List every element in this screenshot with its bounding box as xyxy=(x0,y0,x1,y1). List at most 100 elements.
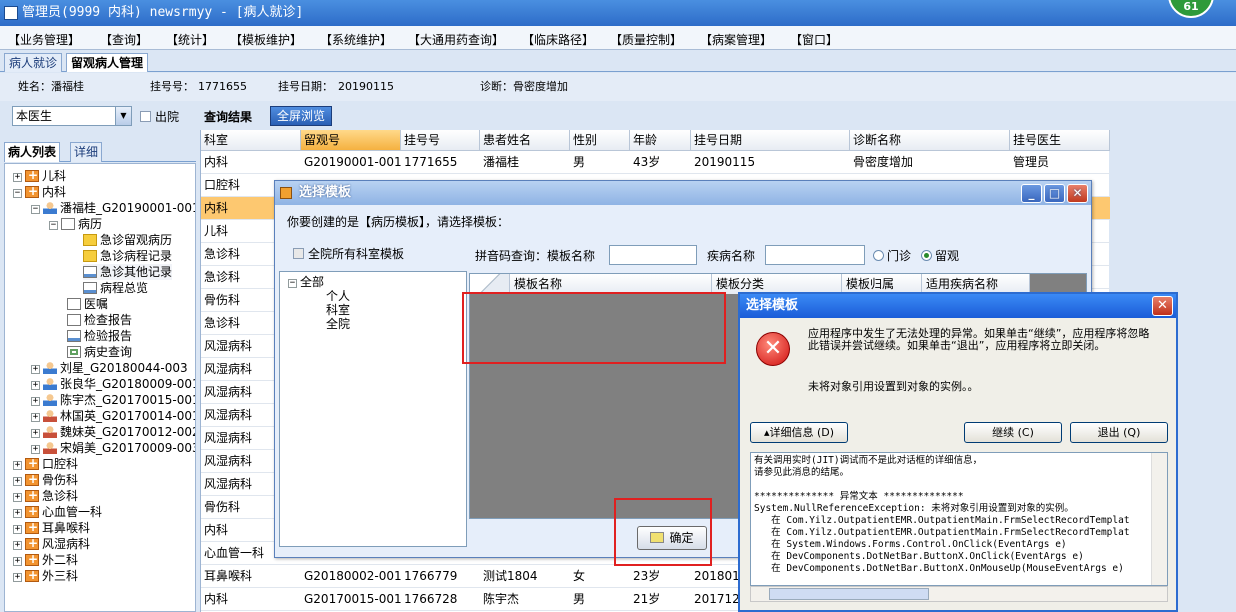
tree-node[interactable]: + 林国英_G20170014-001 xyxy=(31,408,195,424)
tree-node[interactable]: 急诊留观病历 xyxy=(83,232,172,248)
chevron-down-icon[interactable]: ▼ xyxy=(115,107,131,125)
expand-icon[interactable]: + xyxy=(31,381,40,390)
expand-icon[interactable]: + xyxy=(13,541,22,550)
col-header-patient-name[interactable]: 患者姓名 xyxy=(480,130,570,151)
collapse-icon[interactable]: − xyxy=(13,189,22,198)
expand-icon[interactable]: + xyxy=(13,477,22,486)
menu-business[interactable]: 【业务管理】 xyxy=(8,31,80,48)
menu-query[interactable]: 【查询】 xyxy=(100,31,148,48)
expand-icon[interactable]: + xyxy=(31,445,40,454)
tree-node[interactable]: 病史查询 xyxy=(67,344,132,360)
tree-node[interactable]: +儿科 xyxy=(13,167,66,184)
tree-node[interactable]: +口腔科 xyxy=(13,455,78,472)
tree-node[interactable]: + 张良华_G20180009-001 xyxy=(31,376,195,392)
tab-details[interactable]: 详细 xyxy=(70,142,103,162)
tree-node[interactable]: −内科 xyxy=(13,183,66,200)
col-header-reg-date[interactable]: 挂号日期 xyxy=(691,130,850,151)
all-dept-checkbox[interactable]: 全院所有科室模板 xyxy=(293,245,404,262)
quit-button[interactable]: 退出 (Q) xyxy=(1070,422,1168,443)
disease-name-input[interactable] xyxy=(765,245,865,265)
expand-icon[interactable]: + xyxy=(31,365,40,374)
checkbox-box[interactable] xyxy=(293,248,304,259)
tab-observation-patients[interactable]: 留观病人管理 xyxy=(66,53,149,72)
tree-node-hospital[interactable]: 全院 xyxy=(326,316,350,332)
menu-drug-query[interactable]: 【大通用药查询】 xyxy=(408,31,504,48)
menu-statistics[interactable]: 【统计】 xyxy=(166,31,214,48)
vertical-scrollbar[interactable] xyxy=(1151,453,1167,585)
col-header-dept[interactable]: 科室 xyxy=(201,130,301,151)
exception-details[interactable]: 有关调用实时(JIT)调试而不是此对话框的详细信息， 请参见此消息的结尾。 **… xyxy=(750,452,1168,586)
expand-icon[interactable]: + xyxy=(13,525,22,534)
doctor-select[interactable]: 本医生 ▼ xyxy=(12,106,132,126)
scrollbar-thumb[interactable] xyxy=(769,588,929,600)
tree-node[interactable]: +外三科 xyxy=(13,567,78,584)
tree-node[interactable]: +风湿病科 xyxy=(13,535,90,552)
col-header-diagnosis[interactable]: 诊断名称 xyxy=(850,130,1010,151)
checkbox-box[interactable] xyxy=(140,111,151,122)
expand-icon[interactable]: + xyxy=(13,573,22,582)
tree-node[interactable]: +心血管一科 xyxy=(13,503,102,520)
col-header-doctor[interactable]: 挂号医生 xyxy=(1010,130,1110,151)
col-header-template-name[interactable]: 模板名称 xyxy=(510,274,712,294)
tree-node[interactable]: − 潘福桂_G20190001-001 xyxy=(31,200,195,216)
disease-label: 疾病名称 xyxy=(707,249,756,263)
menu-template[interactable]: 【模板维护】 xyxy=(230,31,302,48)
tree-node[interactable]: + 陈宇杰_G20170015-001 xyxy=(31,392,195,408)
tree-node[interactable]: + 宋娟美_G20170009-003 xyxy=(31,440,195,456)
tree-node[interactable]: +耳鼻喉科 xyxy=(13,519,90,536)
menu-records[interactable]: 【病案管理】 xyxy=(700,31,772,48)
fullscreen-button[interactable]: 全屏浏览 xyxy=(270,106,332,126)
tree-node[interactable]: 检验报告 xyxy=(67,328,132,344)
col-header-disease[interactable]: 适用疾病名称 xyxy=(922,274,1030,294)
menu-clinical-path[interactable]: 【临床路径】 xyxy=(522,31,594,48)
radio-observation[interactable]: 留观 xyxy=(921,247,959,264)
maximize-button[interactable]: □ xyxy=(1044,184,1065,203)
horizontal-scrollbar[interactable] xyxy=(750,586,1168,602)
menu-quality[interactable]: 【质量控制】 xyxy=(610,31,682,48)
col-header-gender[interactable]: 性别 xyxy=(570,130,630,151)
collapse-icon[interactable]: − xyxy=(31,205,40,214)
minimize-button[interactable]: _ xyxy=(1021,184,1042,203)
tree-node[interactable]: − 病历 xyxy=(49,216,102,232)
menu-window[interactable]: 【窗口】 xyxy=(790,31,838,48)
tree-node[interactable]: + 魏妹英_G20170012-002 xyxy=(31,424,195,440)
radio-outpatient[interactable]: 门诊 xyxy=(873,247,911,264)
menu-system[interactable]: 【系统维护】 xyxy=(320,31,392,48)
expand-icon[interactable]: + xyxy=(13,493,22,502)
expand-icon[interactable]: + xyxy=(13,557,22,566)
tree-node[interactable]: +急诊科 xyxy=(13,487,78,504)
collapse-icon[interactable]: − xyxy=(288,279,297,288)
continue-button[interactable]: 继续 (C) xyxy=(964,422,1062,443)
close-button[interactable]: ✕ xyxy=(1067,184,1088,203)
expand-icon[interactable]: + xyxy=(13,461,22,470)
table-row[interactable]: 内科 G20190001-001 1771655 潘福桂 男 43岁 20190115 骨密度… xyxy=(201,151,1110,174)
tab-patient-list[interactable]: 病人列表 xyxy=(4,142,61,162)
tree-node[interactable]: +骨伤科 xyxy=(13,471,78,488)
col-header-template-category[interactable]: 模板分类 xyxy=(712,274,842,294)
expand-icon[interactable]: + xyxy=(31,413,40,422)
expand-icon[interactable]: + xyxy=(13,509,22,518)
col-header-reg-no[interactable]: 挂号号 xyxy=(401,130,480,151)
tree-node-all[interactable]: − 全部 xyxy=(288,274,324,290)
tree-node[interactable]: 检查报告 xyxy=(67,312,132,328)
template-name-input[interactable] xyxy=(609,245,697,265)
tree-node[interactable]: 病程总览 xyxy=(83,280,148,296)
collapse-icon[interactable]: − xyxy=(49,221,58,230)
col-header-template-owner[interactable]: 模板归属 xyxy=(842,274,922,294)
tab-patient-visit[interactable]: 病人就诊 xyxy=(4,53,63,72)
details-button[interactable]: ▴详细信息 (D) xyxy=(750,422,848,443)
col-header-age[interactable]: 年龄 xyxy=(630,130,691,151)
tree-node[interactable]: 急诊其他记录 xyxy=(83,264,173,280)
close-button[interactable]: ✕ xyxy=(1152,296,1173,316)
radio-button[interactable] xyxy=(921,250,932,261)
expand-icon[interactable]: + xyxy=(13,173,22,182)
discharge-checkbox[interactable]: 出院 xyxy=(140,108,179,125)
radio-button[interactable] xyxy=(873,250,884,261)
expand-icon[interactable]: + xyxy=(31,429,40,438)
expand-icon[interactable]: + xyxy=(31,397,40,406)
tree-node[interactable]: +外二科 xyxy=(13,551,78,568)
col-header-obs-no[interactable]: 留观号 xyxy=(301,130,401,151)
tree-node[interactable]: 医嘱 xyxy=(67,296,108,312)
tree-node[interactable]: 急诊病程记录 xyxy=(83,248,172,264)
tree-node[interactable]: + 刘星_G20180044-003 xyxy=(31,360,188,376)
